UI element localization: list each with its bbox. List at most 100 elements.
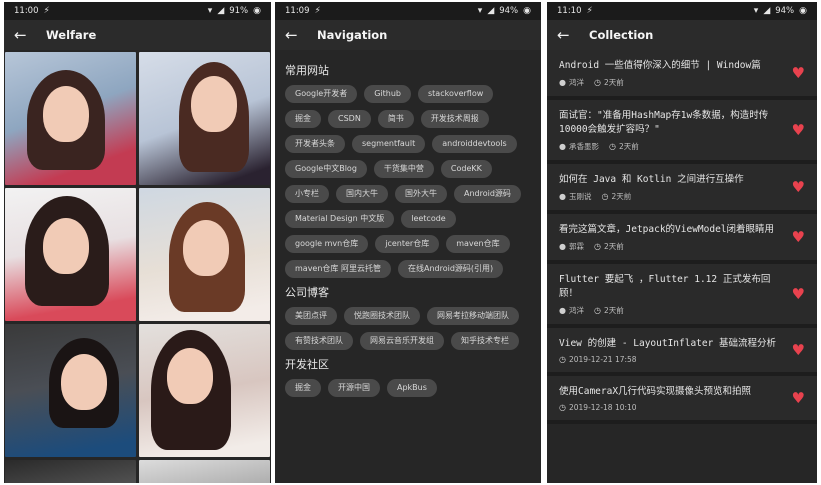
item-author: 鸿洋 (568, 78, 584, 87)
chip-foreign[interactable]: 国外大牛 (395, 185, 447, 203)
wifi-icon: ▾ (207, 6, 213, 16)
chip-leetcode[interactable]: leetcode (401, 210, 456, 228)
photo-item[interactable] (139, 460, 270, 483)
chip-maven-aliyun[interactable]: maven仓库 阿里云托管 (285, 260, 391, 278)
chip-jcenter[interactable]: jcenter仓库 (375, 235, 440, 253)
chip-weekly[interactable]: 开发技术周报 (420, 110, 489, 128)
app-bar: ← Navigation (275, 20, 541, 50)
chip-androiddevtools[interactable]: androiddevtools (432, 135, 517, 153)
chip-zhihu[interactable]: 知乎技术专栏 (451, 332, 519, 350)
section-title: 公司博客 (285, 286, 329, 299)
chip-segmentfault[interactable]: segmentfault (352, 135, 426, 153)
person-icon: ● (559, 142, 566, 151)
chip-domestic[interactable]: 国内大牛 (336, 185, 388, 203)
heart-icon[interactable]: ♥ (792, 64, 805, 82)
list-item[interactable]: Flutter 要起飞 ，Flutter 1.12 正式发布回顾！ ● 鸿洋 ◷ 2天… (547, 264, 817, 328)
person-icon: ● (559, 242, 566, 251)
chip-google-dev[interactable]: Google开发者 (285, 85, 358, 103)
chip-codekk[interactable]: CodeKK (440, 160, 492, 178)
chip-youzan[interactable]: 有赞技术团队 (285, 332, 353, 350)
clock-icon: ◷ (593, 306, 601, 315)
chip-group: 掘金 开源中国 ApkBus (285, 379, 531, 397)
back-arrow-icon[interactable]: ← (285, 26, 311, 44)
photo-item[interactable] (5, 324, 136, 457)
clock-icon: ◷ (559, 355, 566, 364)
signal-icon: ◢ (217, 6, 225, 16)
status-time: 11:00 (14, 6, 39, 16)
photo-item[interactable] (5, 188, 136, 321)
battery-icon: ◉ (799, 6, 807, 16)
heart-icon[interactable]: ♥ (792, 285, 805, 303)
item-author: 承香墨影 (568, 142, 599, 151)
list-item[interactable]: 面试官："准备用HashMap存1w条数据，构造时传10000会触发扩容吗？" … (547, 100, 817, 164)
item-time: 2天前 (618, 142, 639, 151)
heart-icon[interactable]: ♥ (792, 178, 805, 196)
chip-meituan[interactable]: 美团点评 (285, 307, 337, 325)
item-time: 2019-12-18 10:10 (568, 403, 637, 412)
clock-icon: ◷ (608, 142, 616, 151)
status-time: 11:09 (285, 6, 310, 16)
list-item[interactable]: 如何在 Java 和 Kotlin 之间进行互操作 ● 玉刚说 ◷ 2天前 ♥ (547, 164, 817, 214)
chip-material-design[interactable]: Material Design 中文版 (285, 210, 395, 228)
chip-xiaozhuanlan[interactable]: 小专栏 (285, 185, 329, 203)
bolt-icon: ⚡ (586, 6, 593, 16)
person-icon: ● (559, 192, 566, 201)
photo-item[interactable] (5, 52, 136, 185)
app-bar: ← Welfare (4, 20, 271, 50)
chip-stackoverflow[interactable]: stackoverflow (418, 85, 494, 103)
chip-group: 美团点评 悦跑圈技术团队 网易考拉移动端团队 有赞技术团队 网易云音乐开发组 知… (285, 307, 531, 350)
heart-icon[interactable]: ♥ (792, 228, 805, 246)
chip-juejin-community[interactable]: 掘金 (285, 379, 321, 397)
chip-github[interactable]: Github (364, 85, 411, 103)
list-item[interactable]: Android 一些值得你深入的细节 | Window篇 ● 鸿洋 ◷ 2天前 ♥ (547, 50, 817, 100)
page-title: Navigation (317, 28, 388, 42)
item-title: Flutter 要起飞 ，Flutter 1.12 正式发布回顾！ (559, 274, 771, 299)
chip-juejin[interactable]: 掘金 (285, 110, 321, 128)
item-title: Android 一些值得你深入的细节 | Window篇 (559, 60, 761, 71)
welfare-screen: 11:00 ⚡ ▾ ◢ 91% ◉ ← Welfare (4, 2, 271, 483)
chip-oschina[interactable]: 开源中国 (328, 379, 380, 397)
item-time: 2019-12-21 17:58 (568, 355, 637, 364)
navigation-body: 常用网站 Google开发者 Github stackoverflow 掘金 C… (275, 50, 541, 397)
list-item[interactable]: 使用CameraX几行代码实现摄像头预览和拍照 ◷ 2019-12-18 10:1… (547, 376, 817, 424)
photo-item[interactable] (139, 188, 270, 321)
chip-netease-music[interactable]: 网易云音乐开发组 (360, 332, 444, 350)
chip-android-source[interactable]: Android源码 (454, 185, 521, 203)
heart-icon[interactable]: ♥ (792, 341, 805, 359)
clock-icon: ◷ (593, 78, 601, 87)
person-icon: ● (559, 306, 566, 315)
status-bar: 11:00 ⚡ ▾ ◢ 91% ◉ (4, 2, 271, 20)
back-arrow-icon[interactable]: ← (14, 26, 40, 44)
app-bar: ← Collection (547, 20, 817, 50)
status-time: 11:10 (557, 6, 582, 16)
heart-icon[interactable]: ♥ (792, 121, 805, 139)
clock-icon: ◷ (559, 403, 566, 412)
section-title: 开发社区 (285, 358, 329, 371)
person-icon: ● (559, 78, 566, 87)
photo-item[interactable] (139, 52, 270, 185)
photo-item[interactable] (139, 324, 270, 457)
item-title: 如何在 Java 和 Kotlin 之间进行互操作 (559, 174, 744, 185)
chip-gank[interactable]: 干货集中营 (373, 160, 434, 178)
chip-apkbus[interactable]: ApkBus (387, 379, 437, 397)
list-item[interactable]: View 的创建 - LayoutInflater 基础流程分析 ◷ 2019-1… (547, 328, 817, 376)
section-title: 常用网站 (285, 64, 329, 77)
chip-toutiao[interactable]: 开发者头条 (285, 135, 345, 153)
photo-grid (4, 50, 271, 483)
list-item[interactable]: 看完这篇文章，Jetpack的ViewModel闭着眼睛用 ● 郭霖 ◷ 2天前 ♥ (547, 214, 817, 264)
chip-yuepao[interactable]: 悦跑圈技术团队 (344, 307, 420, 325)
heart-icon[interactable]: ♥ (792, 389, 805, 407)
chip-google-blog[interactable]: Google中文Blog (285, 160, 367, 178)
back-arrow-icon[interactable]: ← (557, 26, 583, 44)
chip-jianshu[interactable]: 简书 (377, 110, 414, 128)
battery-percent: 94% (775, 6, 795, 16)
chip-google-mvn[interactable]: google mvn仓库 (285, 235, 369, 253)
chip-kaola[interactable]: 网易考拉移动端团队 (427, 307, 519, 325)
clock-icon: ◷ (593, 242, 601, 251)
chip-csdn[interactable]: CSDN (328, 110, 371, 128)
chip-maven[interactable]: maven仓库 (446, 235, 510, 253)
collection-list: Android 一些值得你深入的细节 | Window篇 ● 鸿洋 ◷ 2天前 ♥ 面… (547, 50, 817, 424)
status-bar: 11:10 ⚡ ▾ ◢ 94% ◉ (547, 2, 817, 20)
chip-online-source[interactable]: 在线Android源码(引用) (397, 260, 504, 278)
photo-item[interactable] (5, 460, 136, 483)
